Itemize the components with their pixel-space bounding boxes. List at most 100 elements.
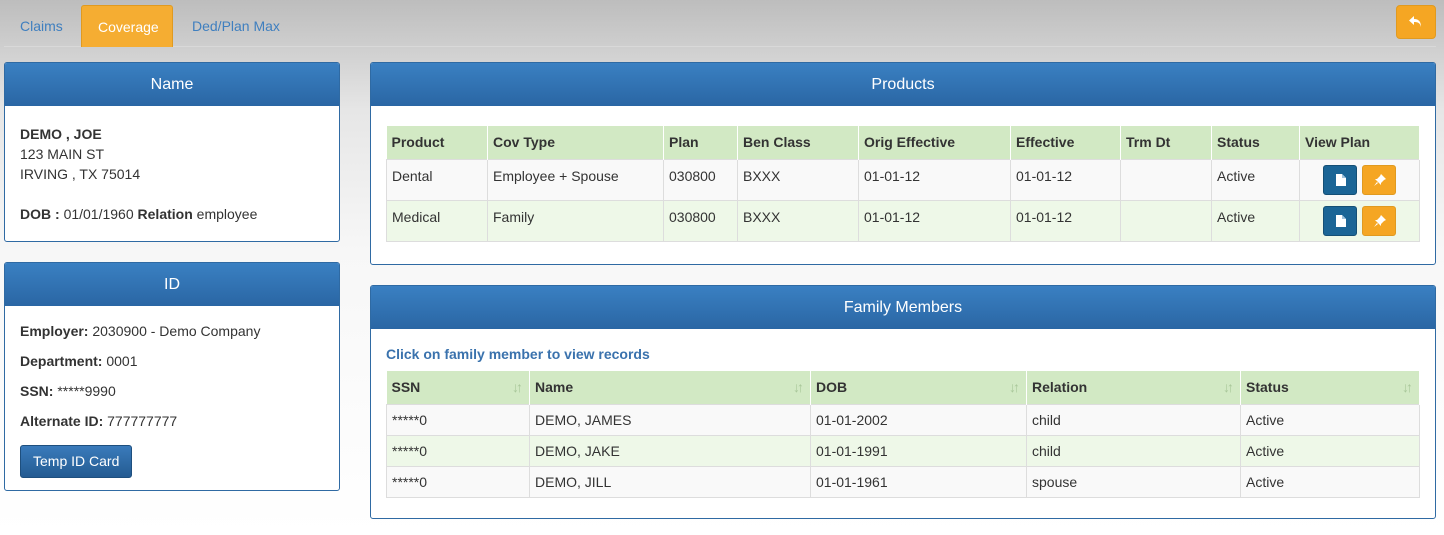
alternate-id-label: Alternate ID:: [20, 413, 104, 429]
cell-name: DEMO, JILL: [529, 465, 811, 498]
cell-relation: spouse: [1026, 465, 1241, 498]
cell-plan: 030800: [663, 199, 738, 242]
col-relation[interactable]: Relation ↓↑: [1026, 371, 1241, 404]
address-line-2: IRVING , TX 75014: [20, 166, 141, 182]
cell-product: Dental: [386, 158, 488, 201]
employer-row: Employer: 2030900 - Demo Company: [20, 323, 324, 353]
products-panel: Products Product Cov Type Plan Ben Class…: [370, 62, 1436, 265]
alternate-id-value: 777777777: [107, 413, 178, 429]
sort-icon: ↓↑: [512, 379, 523, 396]
department-value: 0001: [106, 353, 138, 369]
col-plan: Plan: [663, 126, 738, 159]
view-plan-document-button[interactable]: [1322, 164, 1357, 195]
tab-bar: Claims Coverage Ded/Plan Max: [4, 5, 1436, 47]
temp-id-card-button[interactable]: Temp ID Card: [20, 445, 133, 478]
ssn-value: *****9990: [57, 383, 116, 399]
ssn-label: SSN:: [20, 383, 54, 399]
col-effective: Effective: [1010, 126, 1121, 159]
family-member-row[interactable]: *****0 DEMO, JAMES 01-01-2002 child Acti…: [386, 403, 1420, 436]
products-table: Product Cov Type Plan Ben Class Orig Eff…: [386, 126, 1420, 242]
family-members-panel: Family Members Click on family member to…: [370, 285, 1436, 519]
document-icon: [1335, 173, 1346, 186]
member-name: DEMO , JOE: [20, 126, 102, 142]
cell-relation: child: [1026, 434, 1241, 467]
undo-arrow-icon: [1409, 16, 1421, 27]
sort-icon: ↓↑: [1402, 379, 1413, 396]
alternate-id-row: Alternate ID: 777777777: [20, 413, 324, 443]
cell-ben-class: BXXX: [737, 199, 859, 242]
pushpin-icon: [1374, 214, 1387, 227]
cell-view-plan: [1299, 199, 1420, 242]
department-row: Department: 0001: [20, 353, 324, 383]
cell-dob: 01-01-1961: [810, 465, 1027, 498]
family-member-row[interactable]: *****0 DEMO, JILL 01-01-1961 spouse Acti…: [386, 465, 1420, 498]
view-plan-document-button[interactable]: [1322, 205, 1357, 236]
family-member-row[interactable]: *****0 DEMO, JAKE 01-01-1991 child Activ…: [386, 434, 1420, 467]
family-members-panel-title: Family Members: [371, 286, 1435, 329]
cell-status: Active: [1211, 199, 1300, 242]
pin-plan-button[interactable]: [1362, 205, 1397, 236]
department-label: Department:: [20, 353, 103, 369]
pushpin-icon: [1374, 173, 1387, 186]
cell-status: Active: [1240, 403, 1420, 436]
pin-plan-button[interactable]: [1362, 164, 1397, 195]
employer-label: Employer:: [20, 323, 89, 339]
address-line-1: 123 MAIN ST: [20, 146, 105, 162]
col-trm-dt: Trm Dt: [1120, 126, 1212, 159]
name-panel-title: Name: [5, 63, 339, 106]
cell-effective: 01-01-12: [1010, 158, 1121, 201]
sort-icon: ↓↑: [793, 379, 804, 396]
id-panel-title: ID: [5, 263, 339, 306]
family-members-table: SSN ↓↑ Name ↓↑ DOB ↓↑ Relation ↓↑ Status ↓↑ *…: [386, 371, 1420, 498]
cell-effective: 01-01-12: [1010, 199, 1121, 242]
id-panel: ID Employer: 2030900 - Demo Company Depa…: [4, 262, 340, 491]
col-view-plan: View Plan: [1299, 126, 1420, 159]
col-orig-effective: Orig Effective: [858, 126, 1011, 159]
sort-icon: ↓↑: [1009, 379, 1020, 396]
dob-relation-line: DOB : 01/01/1960 Relation employee: [20, 204, 324, 224]
cell-status: Active: [1240, 465, 1420, 498]
document-icon: [1335, 214, 1346, 227]
cell-cov-type: Employee + Spouse: [487, 158, 664, 201]
col-ssn[interactable]: SSN ↓↑: [386, 371, 530, 404]
col-product: Product: [386, 126, 488, 159]
tab-ded-plan-max[interactable]: Ded/Plan Max: [176, 5, 296, 47]
relation-label: Relation: [137, 206, 193, 222]
col-status: Status: [1211, 126, 1300, 159]
sort-icon: ↓↑: [1223, 379, 1234, 396]
relation-value: employee: [196, 206, 258, 222]
col-cov-type: Cov Type: [487, 126, 664, 159]
cell-plan: 030800: [663, 158, 738, 201]
cell-dob: 01-01-2002: [810, 403, 1027, 436]
ssn-row: SSN: *****9990: [20, 383, 324, 413]
tab-claims[interactable]: Claims: [4, 5, 79, 47]
tab-coverage[interactable]: Coverage: [81, 5, 173, 47]
table-row: Dental Employee + Spouse 030800 BXXX 01-…: [386, 158, 1420, 201]
col-dob[interactable]: DOB ↓↑: [810, 371, 1027, 404]
cell-trm-dt: [1120, 158, 1212, 201]
cell-name: DEMO, JAKE: [529, 434, 811, 467]
cell-cov-type: Family: [487, 199, 664, 242]
back-button[interactable]: [1396, 5, 1436, 39]
col-name[interactable]: Name ↓↑: [529, 371, 811, 404]
dob-label: DOB :: [20, 206, 60, 222]
cell-ssn: *****0: [386, 403, 530, 436]
col-status[interactable]: Status ↓↑: [1240, 371, 1420, 404]
cell-name: DEMO, JAMES: [529, 403, 811, 436]
cell-view-plan: [1299, 158, 1420, 201]
col-ben-class: Ben Class: [737, 126, 859, 159]
products-panel-title: Products: [371, 63, 1435, 106]
cell-dob: 01-01-1991: [810, 434, 1027, 467]
cell-ssn: *****0: [386, 434, 530, 467]
cell-status: Active: [1240, 434, 1420, 467]
cell-product: Medical: [386, 199, 488, 242]
cell-status: Active: [1211, 158, 1300, 201]
table-row: Medical Family 030800 BXXX 01-01-12 01-0…: [386, 199, 1420, 242]
employer-value: 2030900 - Demo Company: [92, 323, 261, 339]
dob-value: 01/01/1960: [63, 206, 134, 222]
family-members-hint: Click on family member to view records: [386, 346, 650, 362]
cell-relation: child: [1026, 403, 1241, 436]
cell-orig-effective: 01-01-12: [858, 158, 1011, 201]
cell-trm-dt: [1120, 199, 1212, 242]
name-panel: Name DEMO , JOE 123 MAIN ST IRVING , TX …: [4, 62, 340, 242]
